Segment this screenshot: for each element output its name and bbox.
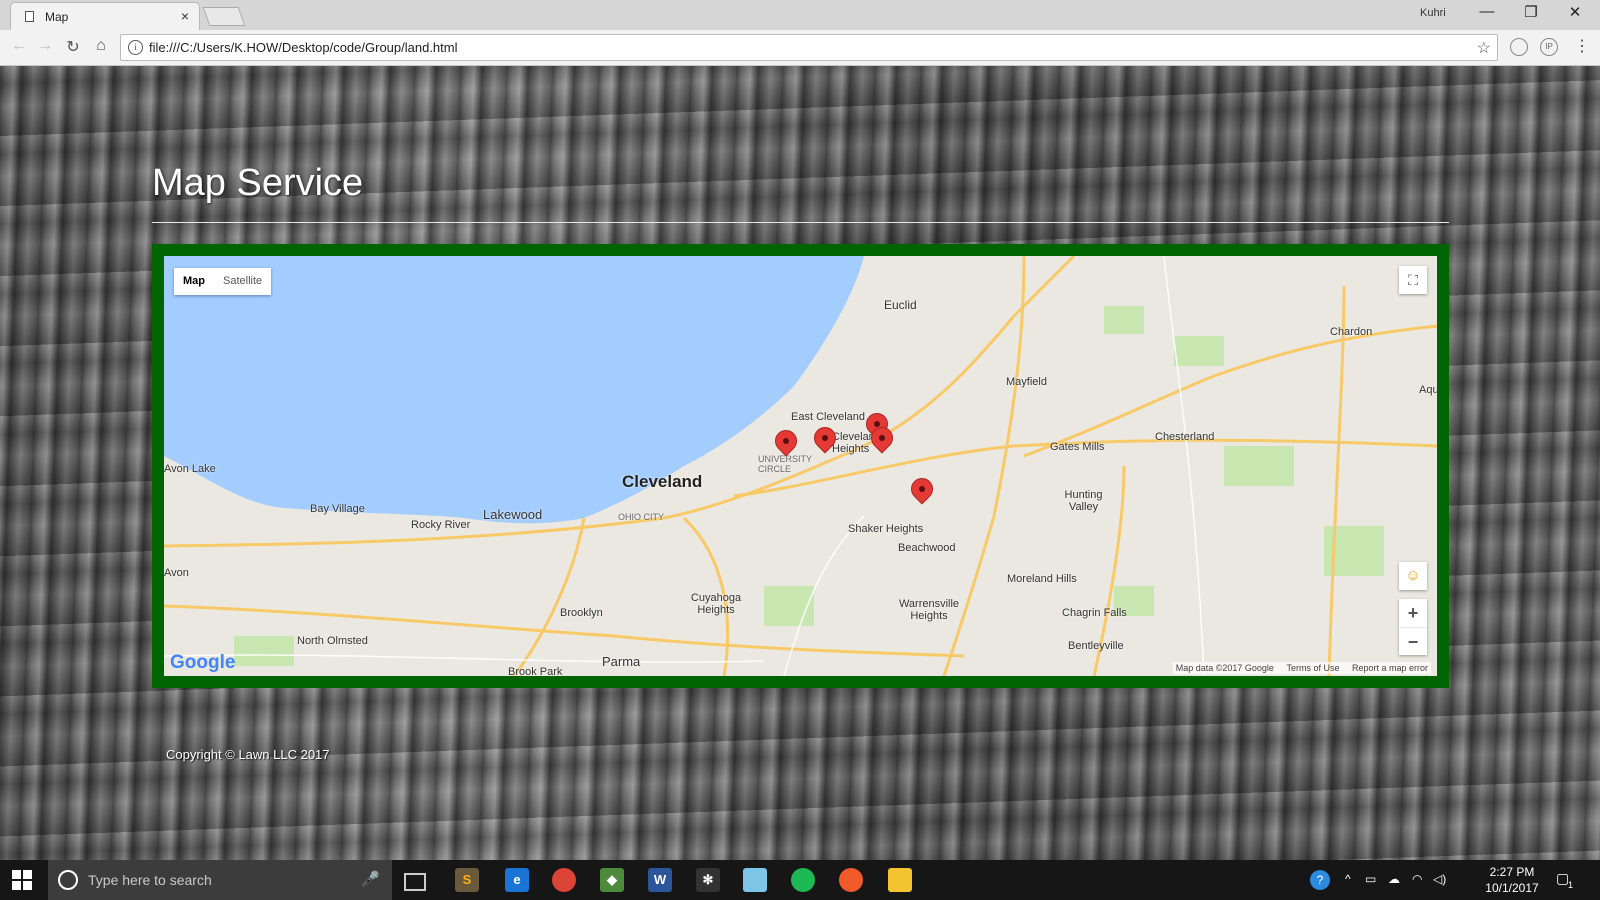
tab-close-button[interactable]: × [181, 8, 189, 24]
google-logo[interactable]: Google [170, 652, 235, 674]
label-avon-lake: Avon Lake [164, 463, 216, 475]
label-avon: Avon [164, 567, 189, 579]
cortana-icon[interactable] [58, 870, 78, 890]
label-shaker-heights: Shaker Heights [848, 523, 924, 535]
google-map[interactable]: Euclid Chardon Mayfield East Cleveland C… [164, 256, 1437, 676]
label-bentleyville: Bentleyville [1068, 640, 1124, 652]
copyright-footer: Copyright © Lawn LLC 2017 [166, 747, 330, 762]
label-hunting-valley: Hunting Valley [1064, 489, 1103, 513]
profile-name[interactable]: Kuhri [1420, 7, 1446, 19]
chevron-up-icon[interactable]: ^ [1345, 872, 1351, 886]
chrome-icon[interactable] [552, 868, 576, 892]
windows-taskbar: Type here to search 🎤 S e ◆ W ✻ ? ^ ▭ ☁ … [0, 860, 1600, 900]
map-type-map-button[interactable]: Map [174, 268, 214, 295]
minimize-button[interactable]: — [1472, 3, 1502, 20]
clock-time: 2:27 PM [1489, 865, 1535, 879]
clock-date: 10/1/2017 [1485, 881, 1539, 895]
label-moreland-hills: Moreland Hills [1007, 573, 1077, 585]
label-rocky-river: Rocky River [411, 519, 471, 531]
forward-button[interactable]: → [34, 37, 56, 55]
label-aqu: Aqu [1419, 384, 1437, 396]
url-text[interactable]: file:///C:/Users/K.HOW/Desktop/code/Grou… [149, 40, 458, 55]
zoom-control: + − [1399, 599, 1427, 655]
bookmark-star-icon[interactable]: ☆ [1477, 38, 1491, 58]
label-mayfield: Mayfield [1006, 376, 1047, 388]
lake-erie [164, 256, 864, 524]
cloud-icon[interactable]: ☁ [1388, 872, 1400, 886]
new-tab-button[interactable] [202, 7, 246, 26]
close-window-button[interactable]: ✕ [1560, 3, 1590, 21]
label-east-cleveland: East Cleveland [791, 411, 865, 423]
fullscreen-button[interactable]: ⛶ [1399, 266, 1427, 294]
app-icon[interactable] [743, 868, 767, 892]
battery-icon[interactable]: ▭ [1365, 872, 1376, 886]
task-view-icon[interactable] [404, 873, 426, 891]
label-university-circle: UNIVERSITY CIRCLE [758, 454, 812, 474]
windows-start-icon[interactable] [12, 870, 32, 890]
restore-button[interactable]: ❐ [1516, 3, 1546, 21]
address-bar[interactable]: i file:///C:/Users/K.HOW/Desktop/code/Gr… [120, 34, 1498, 61]
label-chardon: Chardon [1330, 326, 1373, 338]
extension-icon[interactable] [1510, 38, 1528, 56]
notification-count: 1 [1568, 880, 1574, 890]
back-button[interactable]: ← [8, 37, 30, 55]
page-background: Map Service Euclid Chardon Mayfield East… [0, 66, 1600, 860]
edge-icon[interactable]: e [505, 868, 529, 892]
map-attribution: Map data ©2017 Google Terms of Use Repor… [1172, 662, 1431, 674]
system-clock[interactable]: 2:27 PM 10/1/2017 [1476, 864, 1548, 896]
microphone-icon[interactable]: 🎤 [361, 870, 380, 888]
report-map-error-link[interactable]: Report a map error [1352, 663, 1428, 673]
label-bay-village: Bay Village [310, 503, 365, 515]
browser-tab-bar: Map × Kuhri — ❐ ✕ [0, 0, 1600, 30]
label-chagrin-falls: Chagrin Falls [1062, 607, 1127, 619]
word-icon[interactable]: W [648, 868, 672, 892]
sublime-text-icon[interactable]: S [455, 868, 479, 892]
map-type-control: Map Satellite [174, 268, 272, 295]
label-brook-park: Brook Park [508, 666, 563, 676]
map-type-satellite-button[interactable]: Satellite [214, 268, 271, 295]
label-north-olmsted: North Olmsted [297, 635, 368, 647]
app-icon[interactable]: ◆ [600, 868, 624, 892]
ip-extension-icon[interactable]: IP [1540, 38, 1558, 56]
label-warrensville-heights: Warrensville Heights [898, 598, 960, 622]
page-title: Map Service [152, 162, 364, 204]
label-brooklyn: Brooklyn [560, 607, 603, 619]
home-button[interactable]: ⌂ [90, 37, 112, 55]
taskbar-search-box[interactable]: Type here to search 🎤 [48, 860, 392, 900]
help-icon[interactable]: ? [1310, 870, 1330, 890]
info-icon[interactable]: i [128, 40, 143, 55]
reload-button[interactable]: ↻ [62, 37, 84, 57]
search-placeholder[interactable]: Type here to search [88, 872, 212, 888]
label-euclid: Euclid [884, 298, 917, 312]
title-divider [152, 222, 1449, 223]
street-view-pegman-icon[interactable]: ☺ [1399, 562, 1427, 590]
label-cuyahoga-heights: Cuyahoga Heights [690, 592, 742, 616]
label-ohio-city: OHIO CITY [618, 512, 665, 522]
volume-icon[interactable]: ◁) [1433, 872, 1446, 886]
label-gates-mills: Gates Mills [1050, 441, 1105, 453]
map-data-text: Map data ©2017 Google [1175, 663, 1274, 673]
label-beachwood: Beachwood [898, 542, 956, 554]
map-frame: Euclid Chardon Mayfield East Cleveland C… [152, 244, 1449, 688]
app-icon[interactable] [839, 868, 863, 892]
zoom-out-button[interactable]: − [1399, 628, 1427, 656]
tab-title: Map [45, 10, 69, 24]
browser-menu-icon[interactable]: ⋮ [1574, 36, 1590, 56]
label-chesterland: Chesterland [1155, 431, 1215, 443]
spotify-icon[interactable] [791, 868, 815, 892]
label-cleveland: Cleveland [622, 472, 703, 491]
document-icon [25, 11, 34, 22]
label-lakewood: Lakewood [483, 507, 543, 522]
wifi-icon[interactable]: ◠ [1412, 872, 1422, 886]
terms-of-use-link[interactable]: Terms of Use [1286, 663, 1339, 673]
browser-toolbar: ← → ↻ ⌂ i file:///C:/Users/K.HOW/Desktop… [0, 30, 1600, 66]
app-icon[interactable]: ✻ [696, 868, 720, 892]
tab-map[interactable]: Map × [10, 2, 200, 30]
label-parma: Parma [602, 654, 641, 669]
file-explorer-icon[interactable] [888, 868, 912, 892]
zoom-in-button[interactable]: + [1399, 599, 1427, 628]
